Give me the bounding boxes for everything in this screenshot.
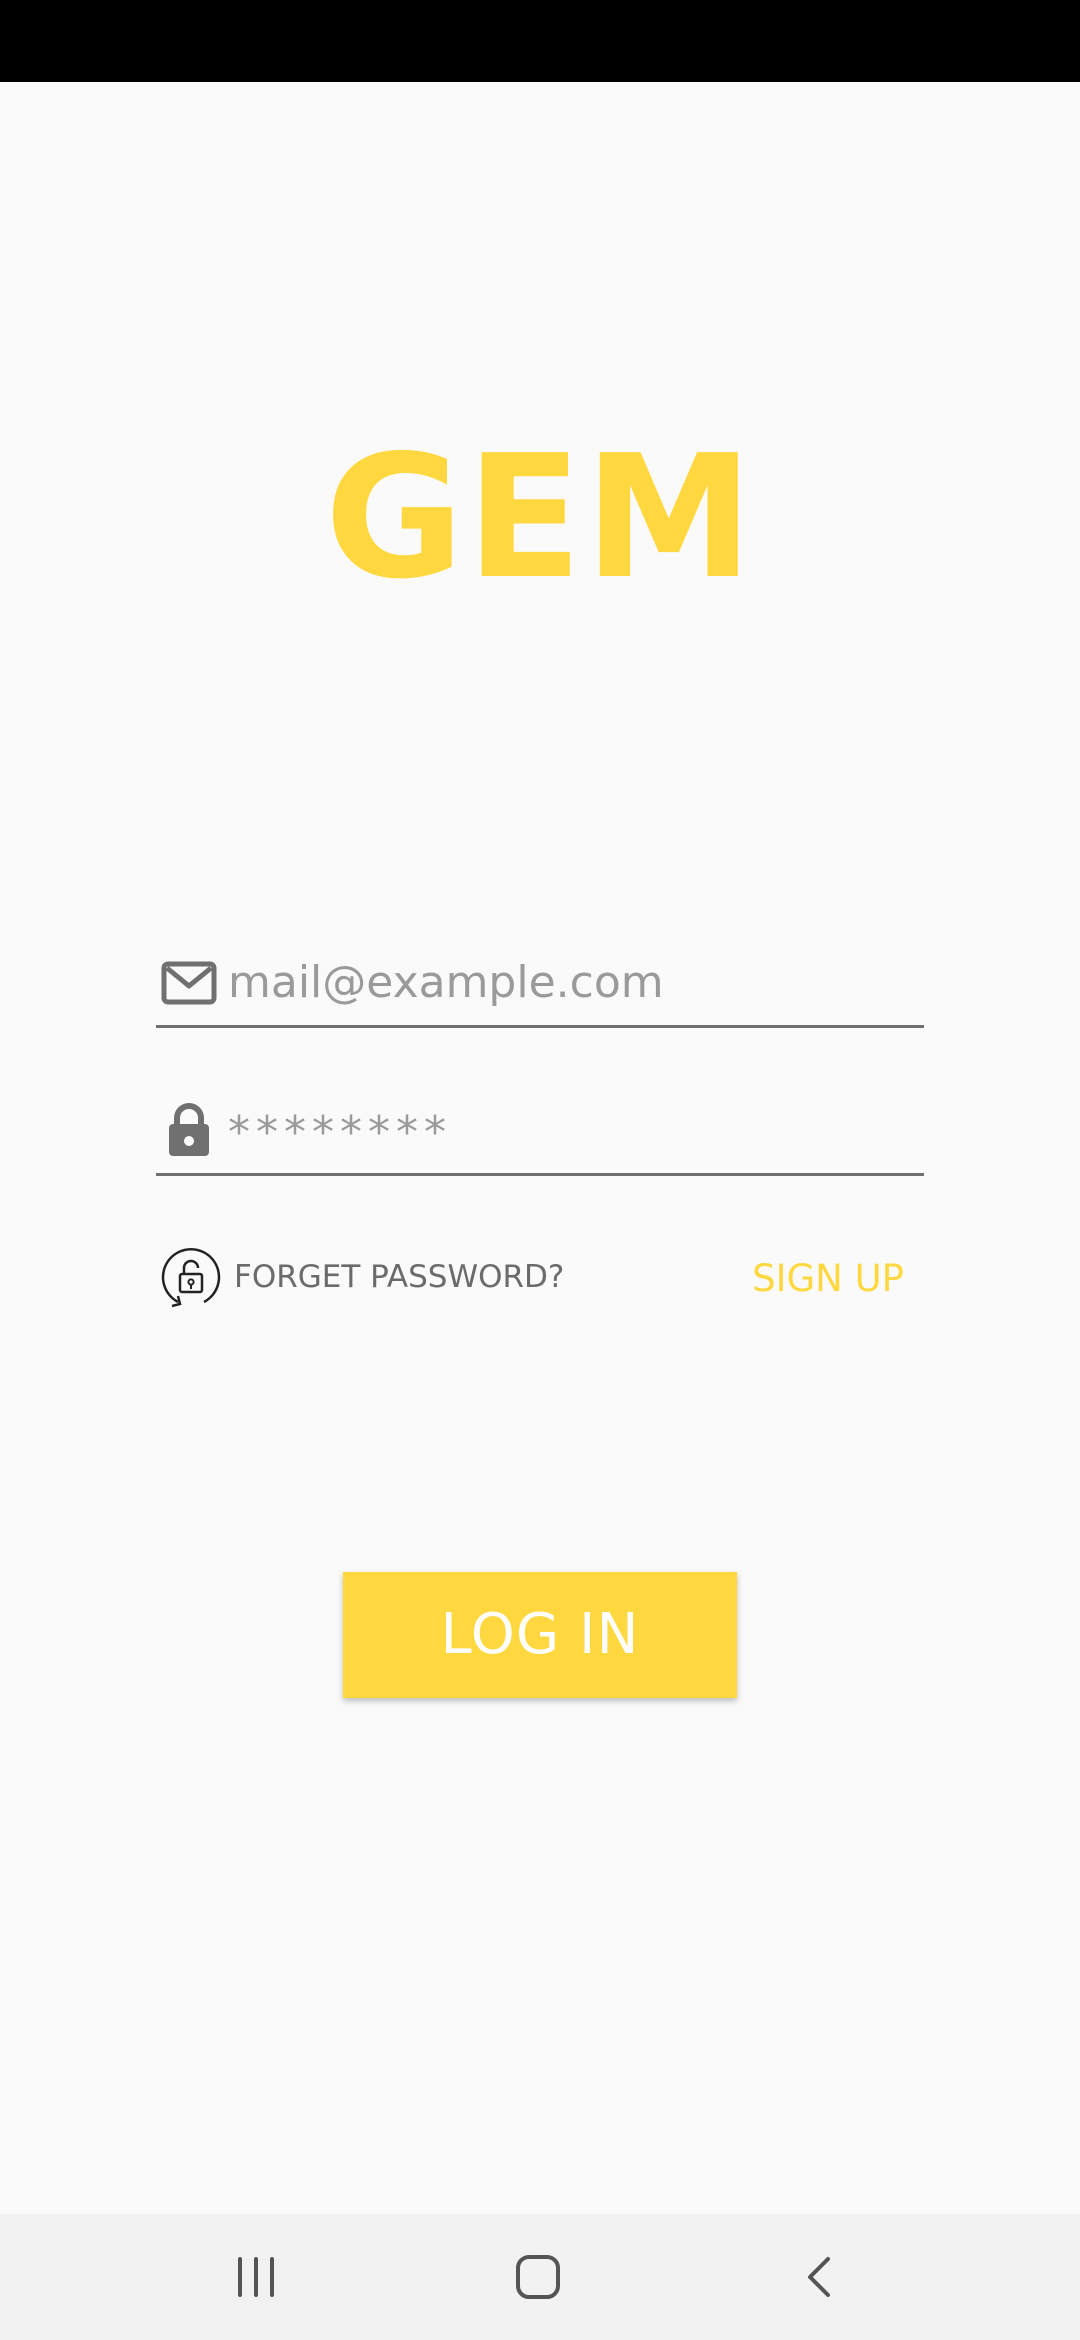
forget-password-link[interactable]: FORGET PASSWORD? <box>158 1242 564 1312</box>
back-icon[interactable] <box>790 2247 850 2307</box>
forget-password-label: FORGET PASSWORD? <box>234 1259 565 1295</box>
password-field[interactable]: ******** <box>156 1088 924 1176</box>
recents-icon[interactable] <box>226 2247 286 2307</box>
login-button[interactable]: LOG IN <box>343 1572 737 1698</box>
sign-up-link[interactable]: SIGN UP <box>744 1254 904 1304</box>
home-icon[interactable] <box>508 2247 568 2307</box>
lock-reset-icon <box>161 1247 221 1308</box>
lock-icon <box>169 1103 209 1156</box>
app-title: GEM <box>324 419 756 617</box>
email-input[interactable]: mail@example.com <box>228 940 664 1025</box>
email-field[interactable]: mail@example.com <box>156 940 924 1028</box>
mail-icon <box>161 961 217 1005</box>
status-bar <box>0 0 1080 82</box>
password-input[interactable]: ******** <box>228 1090 452 1175</box>
navigation-bar <box>0 2214 1080 2340</box>
